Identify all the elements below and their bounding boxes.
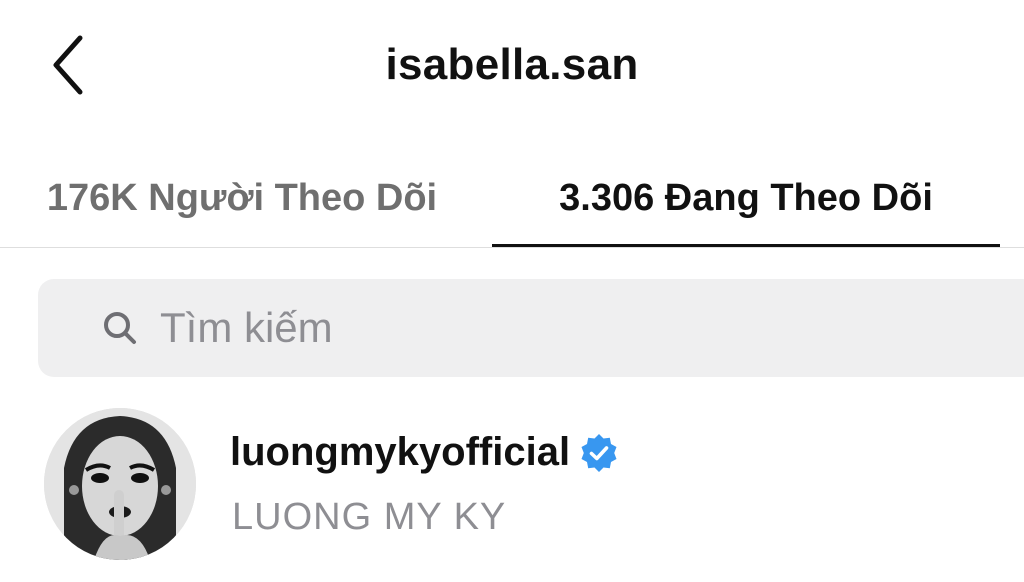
list-item[interactable]: luongmykyofficial LUONG MY KY	[0, 400, 1024, 570]
full-name: LUONG MY KY	[232, 496, 507, 538]
tab-bar: 176K Người Theo Dõi 3.306 Đang Theo Dõi	[0, 150, 1024, 248]
avatar[interactable]	[44, 408, 196, 560]
tab-followers[interactable]: 176K Người Theo Dõi	[0, 150, 484, 246]
search-bar[interactable]	[38, 279, 1024, 377]
verified-badge-icon	[578, 432, 620, 474]
search-icon	[100, 308, 140, 348]
top-bar: isabella.san	[0, 0, 1024, 140]
divider	[0, 247, 1024, 248]
page-title: isabella.san	[385, 40, 639, 89]
username-text: luongmykyofficial	[230, 430, 571, 474]
search-input[interactable]	[160, 304, 960, 352]
username: luongmykyofficial	[230, 430, 620, 475]
tab-following[interactable]: 3.306 Đang Theo Dõi	[492, 150, 1000, 246]
